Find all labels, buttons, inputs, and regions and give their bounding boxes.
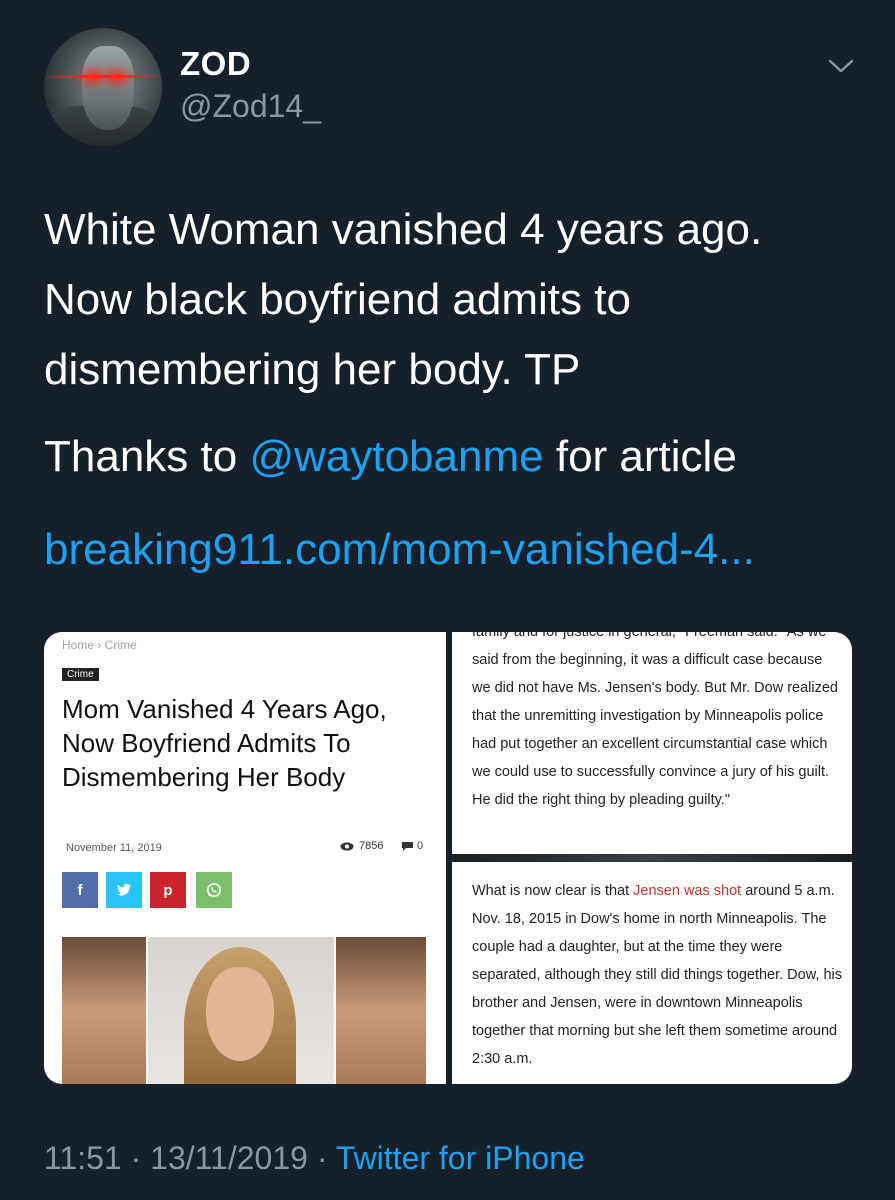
avatar-eye-left <box>86 74 100 80</box>
tweet-line: dismembering her body. TP <box>44 345 581 394</box>
article-photo-right <box>336 937 426 1084</box>
quote-paragraph: family and for justice in general," Free… <box>472 632 838 808</box>
article-headline: Mom Vanished 4 Years Ago, Now Boyfriend … <box>62 694 387 792</box>
article-date: November 11, 2019 <box>66 842 162 854</box>
article-screenshot-bottom-right[interactable]: What is now clear is that Jensen was sho… <box>452 862 852 1084</box>
article-photo-left <box>62 937 146 1084</box>
image-divider <box>452 854 852 862</box>
pinterest-icon: p <box>163 881 173 899</box>
comment-icon <box>402 841 413 851</box>
article-photo-center <box>148 937 334 1084</box>
avatar-eye-right <box>110 74 124 80</box>
tweet-footer: 11:51 · 13/11/2019 · Twitter for iPhone <box>44 1140 585 1177</box>
article-screenshot-top-right[interactable]: family and for justice in general," Free… <box>452 632 852 854</box>
user-handle[interactable]: @Zod14_ <box>180 88 321 125</box>
photo-face <box>206 967 274 1061</box>
thanks-prefix: Thanks to <box>44 432 238 481</box>
eye-icon <box>340 842 354 850</box>
paragraph-end: around 5 a.m. Nov. 18, 2015 in Dow's hom… <box>472 883 842 1067</box>
whatsapp-share-button <box>196 872 232 908</box>
display-name[interactable]: ZOD <box>180 45 251 83</box>
tweet-body: White Woman vanished 4 years ago. Now bl… <box>44 195 864 405</box>
comments-value: 0 <box>417 840 424 852</box>
chevron-down-icon[interactable] <box>826 54 856 78</box>
comments-count: 0 <box>402 840 423 852</box>
tweet-line: White Woman vanished 4 years ago. <box>44 205 763 254</box>
tweet-thanks: Thanks to @waytobanme for article <box>44 425 737 489</box>
tweet-line: Now black boyfriend admits to <box>44 275 631 324</box>
facebook-share-button: f <box>62 872 98 908</box>
whatsapp-icon <box>207 883 221 897</box>
mention-link[interactable]: @waytobanme <box>249 432 543 481</box>
avatar[interactable] <box>44 28 162 146</box>
views-count: 7856 <box>340 840 383 852</box>
twitter-bird-icon <box>117 884 131 896</box>
media-card[interactable]: Home › Crime Crime Mom Vanished 4 Years … <box>44 632 852 1084</box>
breadcrumb: Home › Crime <box>62 638 137 652</box>
article-screenshot-left[interactable]: Home › Crime Crime Mom Vanished 4 Years … <box>44 632 446 1084</box>
inline-article-link: Jensen was shot <box>633 883 742 899</box>
tweet-timestamp[interactable]: 11:51 · 13/11/2019 · <box>44 1140 336 1176</box>
article-link[interactable]: breaking911.com/mom-vanished-4... <box>44 518 755 582</box>
facebook-icon: f <box>77 881 83 899</box>
avatar-face <box>82 46 134 130</box>
twitter-share-button <box>106 872 142 908</box>
views-value: 7856 <box>359 840 384 852</box>
avatar-laser <box>44 75 162 78</box>
pinterest-share-button: p <box>150 872 186 908</box>
category-badge: Crime <box>62 668 99 681</box>
thanks-suffix: for article <box>555 432 737 481</box>
article-paragraph: What is now clear is that Jensen was sho… <box>472 877 842 1073</box>
paragraph-start: What is now clear is that <box>472 883 634 899</box>
tweet-source[interactable]: Twitter for iPhone <box>336 1140 585 1176</box>
